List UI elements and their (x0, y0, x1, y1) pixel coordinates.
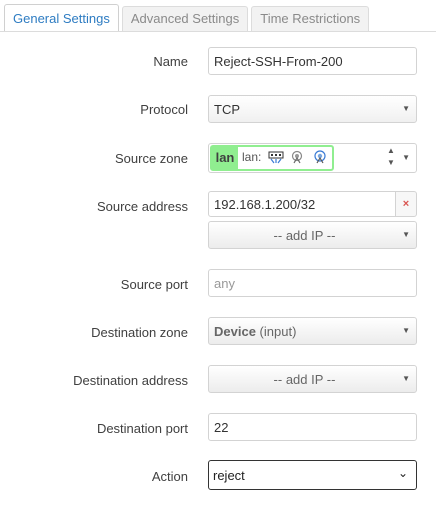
source-address-label: Source address (96, 199, 188, 214)
source-add-ip-label: -- add IP -- (273, 228, 336, 243)
destination-zone-name: Device (214, 324, 256, 339)
destination-port-input[interactable] (208, 413, 417, 441)
tab-time-restrictions[interactable]: Time Restrictions (251, 6, 370, 32)
tab-bar: General Settings Advanced Settings Time … (4, 4, 370, 32)
action-label: Action (151, 469, 188, 484)
destination-zone-select[interactable]: Device (input) ▼ (208, 317, 417, 345)
source-zone-select[interactable]: lan lan: ▲ ▼ ▼ (208, 143, 417, 173)
zone-badge: lan lan: (210, 145, 334, 171)
ethernet-icon (268, 151, 284, 164)
wireless-icon (314, 150, 326, 164)
zone-name: lan (212, 147, 238, 169)
source-add-ip-select[interactable]: -- add IP -- ▼ (208, 221, 417, 249)
destination-port-label: Destination port (96, 421, 188, 436)
source-zone-label: Source zone (115, 151, 188, 166)
chevron-down-icon: ▼ (402, 230, 410, 239)
chevron-down-icon: ▼ (402, 153, 410, 162)
protocol-value: TCP (214, 102, 240, 117)
tab-divider (0, 31, 436, 32)
source-port-input[interactable] (208, 269, 417, 297)
protocol-select[interactable]: TCP ▼ (208, 95, 417, 123)
zone-networks-label: lan: (242, 150, 262, 164)
chevron-down-icon: ▼ (402, 374, 410, 383)
destination-add-ip-label: -- add IP -- (273, 372, 336, 387)
action-select[interactable]: reject (208, 460, 417, 490)
protocol-label: Protocol (140, 102, 188, 117)
name-input[interactable] (208, 47, 417, 75)
tab-general-settings[interactable]: General Settings (4, 4, 119, 32)
remove-address-button[interactable]: × (395, 191, 417, 217)
zone-spinner[interactable]: ▲ ▼ (386, 145, 396, 169)
destination-zone-qualifier: (input) (259, 324, 297, 339)
wifi-icon (291, 150, 303, 164)
tab-advanced-settings[interactable]: Advanced Settings (121, 6, 249, 32)
destination-add-ip-select[interactable]: -- add IP -- ▼ (208, 365, 417, 393)
name-label: Name (153, 54, 188, 69)
chevron-down-icon: ▼ (402, 104, 410, 113)
chevron-down-icon: ▼ (402, 326, 410, 335)
destination-address-label: Destination address (73, 373, 188, 388)
source-port-label: Source port (120, 277, 188, 292)
source-address-input[interactable] (208, 191, 396, 217)
destination-zone-value: Device (input) (214, 324, 296, 339)
destination-zone-label: Destination zone (91, 325, 188, 340)
